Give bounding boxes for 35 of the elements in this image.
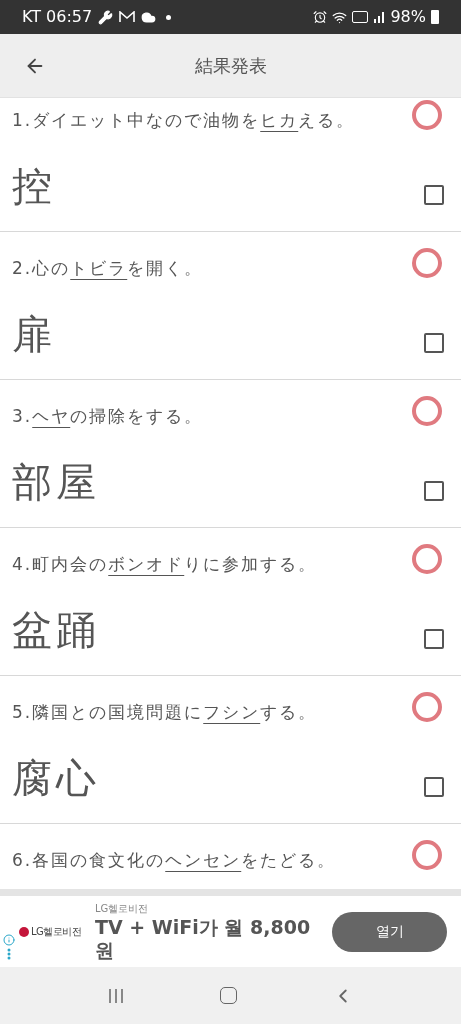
ad-headline: TV + WiFi가 월 8,800 원 xyxy=(95,916,312,962)
question-text: 6.各国の食文化のヘンセン をたどる。 xyxy=(12,849,337,872)
cloud-icon xyxy=(141,9,157,25)
alarm-icon xyxy=(313,10,328,24)
battery-percent: 98% xyxy=(390,6,426,28)
question-text: 4.町内会の ボンオド りに参加する。 xyxy=(12,553,318,576)
advertiser-name: LG헬로비전 xyxy=(95,902,150,916)
checkbox[interactable] xyxy=(424,185,444,205)
question-text: 1.ダイエット中なので油物を ヒカ える。 xyxy=(12,109,356,132)
checkbox[interactable] xyxy=(424,629,444,649)
answer-text: 部屋 xyxy=(12,458,100,507)
answer-text: 控 xyxy=(12,162,56,211)
recent-apps-icon[interactable] xyxy=(107,987,126,1004)
logo-icon xyxy=(19,926,29,937)
checkbox[interactable] xyxy=(424,481,444,501)
mail-icon xyxy=(119,11,136,23)
answer-text: 盆踊 xyxy=(12,606,100,655)
checkbox[interactable] xyxy=(424,333,444,353)
signal-icon xyxy=(373,11,386,23)
page-title: 結果発表 xyxy=(194,54,267,78)
battery-icon xyxy=(431,10,439,24)
question-text: 5.隣国との国境問題に フシンする。 xyxy=(12,701,318,724)
question-text: 3.ヘヤの掃除をする。 xyxy=(12,405,204,428)
wrench-icon xyxy=(98,9,114,25)
more-icon[interactable] xyxy=(7,947,11,960)
checkbox[interactable] xyxy=(424,777,444,797)
status-time: KT 06:57 xyxy=(22,6,93,28)
home-icon[interactable] xyxy=(220,987,237,1004)
wifi-icon xyxy=(332,9,348,25)
answer-text: 腐心 xyxy=(12,754,100,803)
question-text: 2.心の トビラ を開く。 xyxy=(12,257,204,280)
open-button[interactable]: 열기 xyxy=(332,911,447,952)
ad-logo-text: LG헬로비전 xyxy=(31,925,82,939)
hd-icon xyxy=(352,11,369,23)
answer-text: 扉 xyxy=(12,310,56,359)
